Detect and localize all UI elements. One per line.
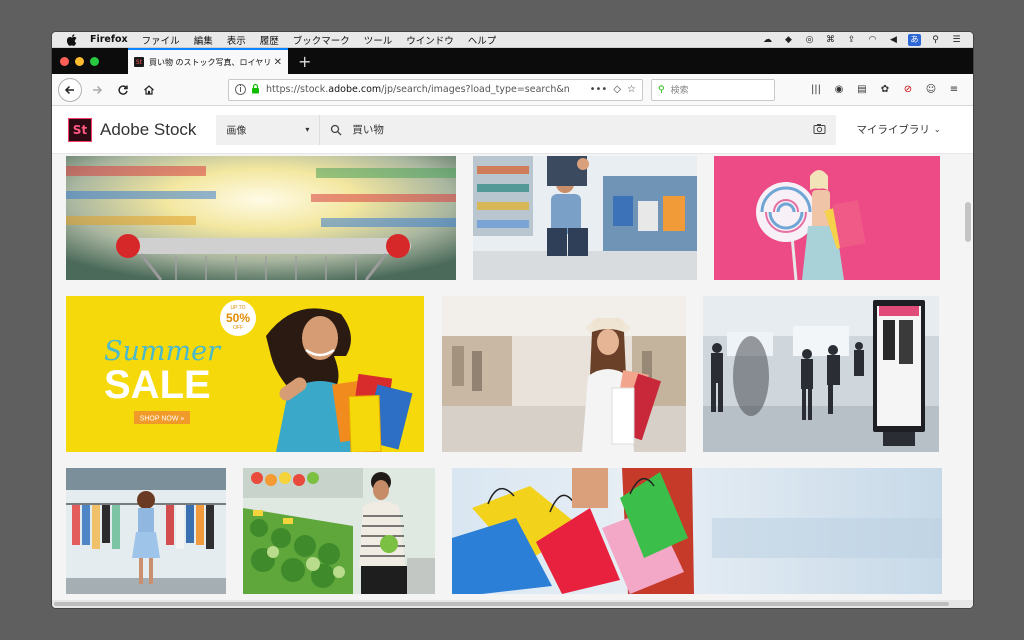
vertical-scrollbar[interactable] xyxy=(965,202,971,242)
result-image-summer-sale[interactable]: UP TO 50% OFF Summer SALE SHOP NOW » xyxy=(66,296,424,452)
home-button[interactable] xyxy=(138,79,160,101)
extension-icon[interactable]: ✿ xyxy=(878,83,892,97)
horizontal-scroll-thumb[interactable] xyxy=(54,602,949,606)
search-placeholder: 検索 xyxy=(670,86,689,96)
tab-strip: St 買い物 のストック写真、ロイヤリ ✕ + xyxy=(52,48,973,74)
summer-sale-graphic: UP TO 50% OFF Summer SALE SHOP NOW » xyxy=(66,296,424,452)
close-tab-icon[interactable]: ✕ xyxy=(274,57,282,68)
search-icon xyxy=(331,124,342,135)
url-bar[interactable]: i https://stock.adobe.com/jp/search/imag… xyxy=(228,78,643,101)
menubar-status-icons: ☁ ◆ ◎ ⌘ ⇪ ◠ ◀ あ ⚲ ☰ xyxy=(761,33,973,46)
account-icon[interactable]: ☺ xyxy=(924,83,938,97)
menu-view[interactable]: 表示 xyxy=(227,33,246,47)
upload-cloud-icon[interactable]: ⇪ xyxy=(845,34,858,46)
spotlight-search-icon[interactable]: ⚲ xyxy=(929,34,942,46)
apple-icon[interactable] xyxy=(66,33,78,46)
menu-help[interactable]: ヘルプ xyxy=(468,33,497,47)
camera-visual-search-icon[interactable] xyxy=(813,123,826,137)
search-bar[interactable]: ⚲ 検索 xyxy=(651,78,775,101)
adobe-stock-logo[interactable]: St xyxy=(68,117,92,142)
nav-toolbar: i https://stock.adobe.com/jp/search/imag… xyxy=(52,74,973,106)
menu-tools[interactable]: ツール xyxy=(364,33,393,47)
forward-arrow-icon xyxy=(93,85,103,94)
menu-file[interactable]: ファイル xyxy=(142,33,180,47)
zoom-window-button[interactable] xyxy=(90,57,99,66)
my-library-label: マイライブラリ xyxy=(856,124,930,136)
back-arrow-icon xyxy=(64,85,74,94)
notification-list-icon[interactable]: ☰ xyxy=(950,34,963,46)
new-tab-button[interactable]: + xyxy=(298,48,311,74)
result-image-produce-section[interactable] xyxy=(243,468,435,594)
adobe-stock-header: St Adobe Stock 画像 ▾ 買い物 マイライブラリ ⌄ xyxy=(52,106,973,154)
horizontal-scrollbar[interactable] xyxy=(52,600,973,608)
search-engine-icon[interactable]: ⚲ xyxy=(658,85,665,95)
menu-history[interactable]: 履歴 xyxy=(260,33,279,47)
lock-icon[interactable] xyxy=(251,83,260,97)
back-button[interactable] xyxy=(58,77,82,102)
chevron-down-icon: ▾ xyxy=(305,125,310,134)
wifi-icon[interactable]: ◠ xyxy=(866,34,879,46)
tab-title: 買い物 のストック写真、ロイヤリ xyxy=(149,57,270,67)
reload-icon xyxy=(118,84,128,95)
creative-cloud-icon[interactable]: ◎ xyxy=(803,34,816,46)
result-image-family-grocery[interactable] xyxy=(473,156,697,280)
menu-bookmarks[interactable]: ブックマーク xyxy=(293,33,350,47)
menu-hamburger-icon[interactable]: ≡ xyxy=(947,83,961,97)
home-icon xyxy=(144,84,154,95)
menu-edit[interactable]: 編集 xyxy=(194,33,213,47)
sidebar-icon[interactable]: ▤ xyxy=(855,83,869,97)
pocket-icon[interactable]: ◇ xyxy=(613,84,621,95)
minimize-window-button[interactable] xyxy=(75,57,84,66)
asset-type-select[interactable]: 画像 ▾ xyxy=(216,114,321,145)
volume-icon[interactable]: ◀ xyxy=(887,34,900,46)
info-icon[interactable]: i xyxy=(235,84,246,95)
result-image-mall-crowd[interactable] xyxy=(703,296,939,452)
dropbox-icon[interactable]: ◆ xyxy=(782,34,795,46)
antenna-icon[interactable]: ⌘ xyxy=(824,34,837,46)
result-image-colorful-bags[interactable] xyxy=(452,468,942,594)
library-icon[interactable]: ||| xyxy=(809,83,823,97)
banner-cta: SHOP NOW » xyxy=(140,416,185,423)
input-method-icon[interactable]: あ xyxy=(908,33,921,46)
bookmark-star-icon[interactable]: ☆ xyxy=(627,84,636,95)
forward-button[interactable] xyxy=(86,79,108,101)
adobe-stock-favicon-icon: St xyxy=(134,57,144,67)
badge-value: 50% xyxy=(226,311,250,325)
chevron-down-icon: ⌄ xyxy=(933,125,941,134)
cloud-sync-icon[interactable]: ☁ xyxy=(761,34,774,46)
page-actions-icon[interactable]: ••• xyxy=(590,84,608,95)
result-image-mall-woman[interactable] xyxy=(442,296,686,452)
sync-account-icon[interactable]: ◉ xyxy=(832,83,846,97)
page-content: St Adobe Stock 画像 ▾ 買い物 マイライブラリ ⌄ UP TO … xyxy=(52,106,973,608)
banner-headline: SALE xyxy=(104,363,211,407)
adblock-icon[interactable]: ⊘ xyxy=(901,83,915,97)
badge-bottom: OFF xyxy=(233,325,243,331)
my-library-button[interactable]: マイライブラリ ⌄ xyxy=(856,122,940,137)
search-query: 買い物 xyxy=(352,124,384,136)
close-window-button[interactable] xyxy=(60,57,69,66)
stock-search-input[interactable]: 買い物 xyxy=(320,114,837,145)
asset-type-value: 画像 xyxy=(226,126,247,137)
browser-window: Firefox ファイル 編集 表示 履歴 ブックマーク ツール ウインドウ ヘ… xyxy=(52,32,973,608)
menu-window[interactable]: ウインドウ xyxy=(406,33,454,47)
toolbar-right: ||| ◉ ▤ ✿ ⊘ ☺ ≡ xyxy=(809,83,967,97)
mac-menubar: Firefox ファイル 編集 表示 履歴 ブックマーク ツール ウインドウ ヘ… xyxy=(52,32,973,48)
result-image-lollipop-bags[interactable] xyxy=(714,156,940,280)
result-image-clothing-store[interactable] xyxy=(66,468,226,594)
menu-app-firefox[interactable]: Firefox xyxy=(90,34,128,45)
reload-button[interactable] xyxy=(112,79,134,101)
result-image-supermarket-cart[interactable] xyxy=(66,156,456,280)
url-text: https://stock.adobe.com/jp/search/images… xyxy=(266,84,570,95)
brand-name[interactable]: Adobe Stock xyxy=(100,120,196,140)
tab-active[interactable]: St 買い物 のストック写真、ロイヤリ ✕ xyxy=(128,48,288,74)
window-controls xyxy=(60,57,99,66)
